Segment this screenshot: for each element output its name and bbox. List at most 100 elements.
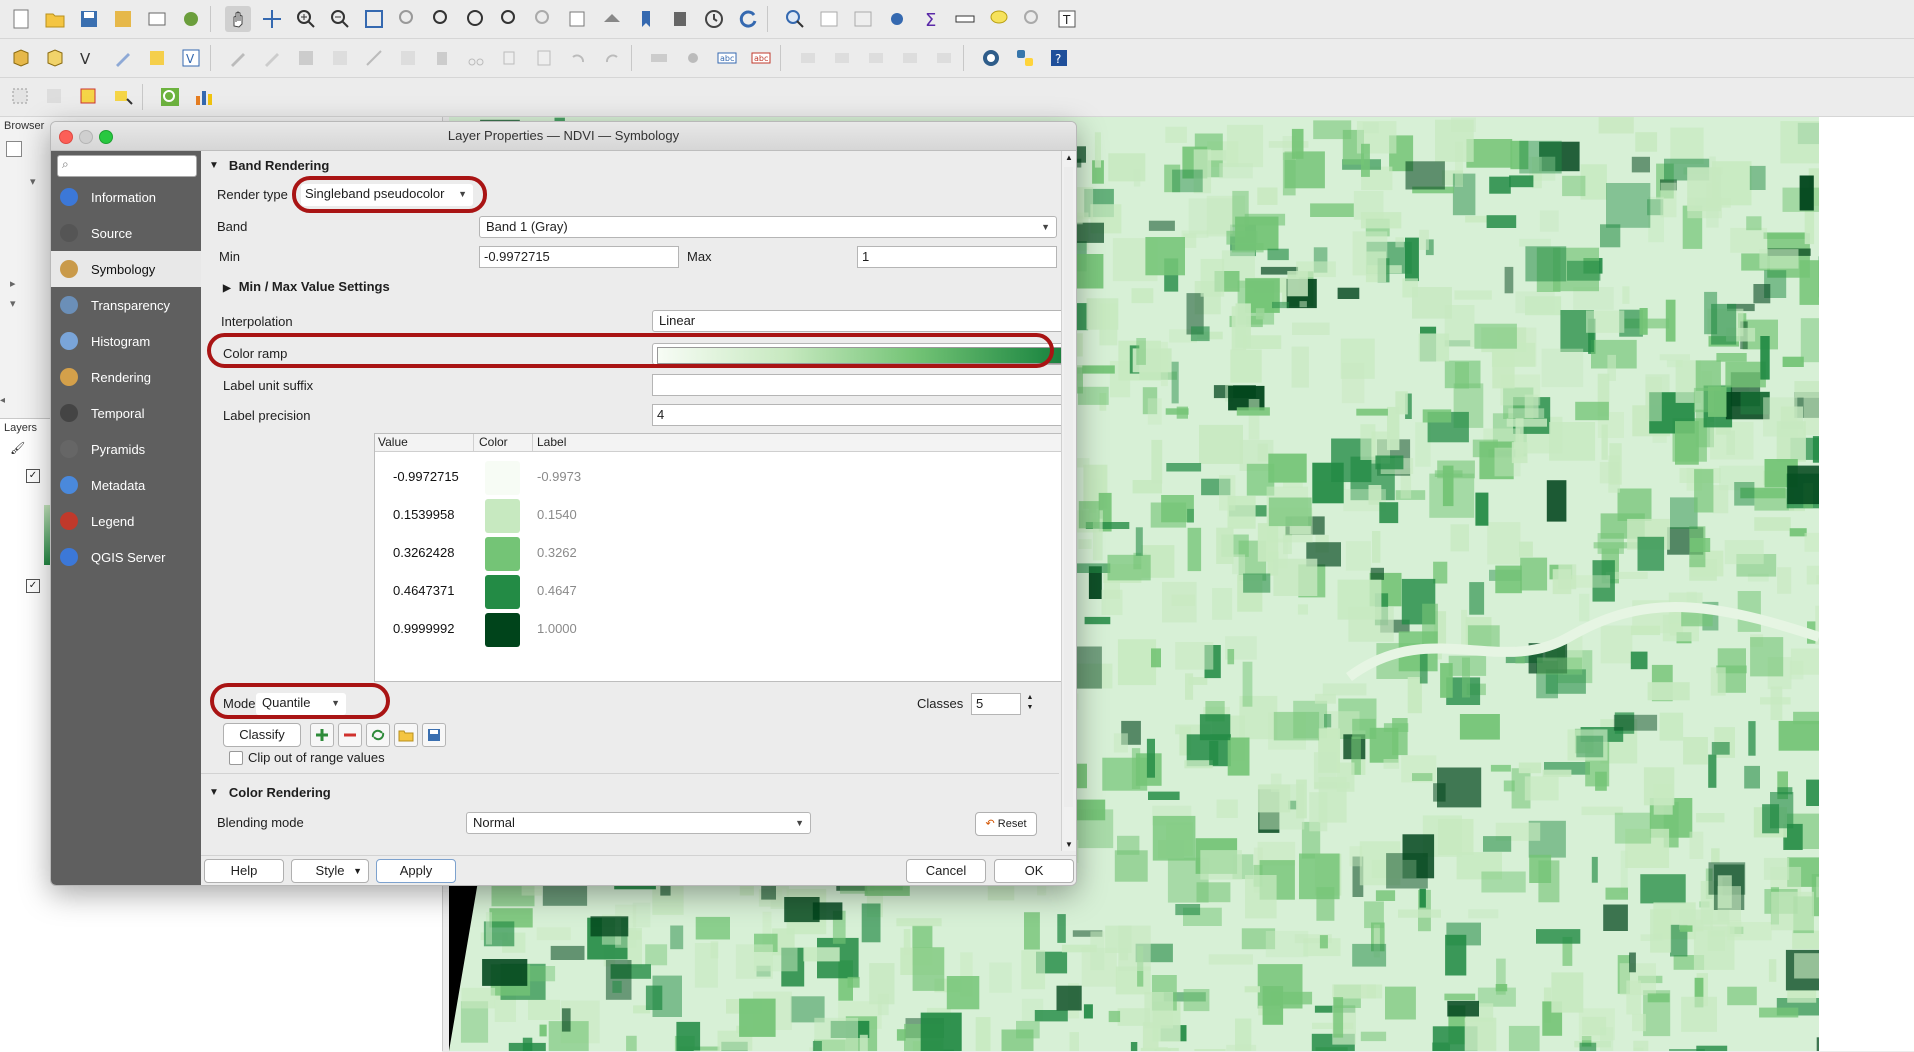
sidebar-item-metadata[interactable]: Metadata <box>51 467 201 503</box>
bookmark-icon[interactable] <box>633 6 659 32</box>
cancel-button[interactable]: Cancel <box>906 859 986 883</box>
color-rendering-header[interactable]: ▼ Color Rendering <box>201 780 1059 804</box>
classify-button[interactable]: Classify <box>223 723 301 747</box>
reset-button[interactable]: ↶ Reset <box>975 812 1037 836</box>
map-tips-icon[interactable] <box>986 6 1012 32</box>
layer-style-icon[interactable]: 🖌 <box>10 441 25 455</box>
layer-checkbox[interactable]: ✓ <box>26 579 40 593</box>
sidebar-item-rendering[interactable]: Rendering <box>51 359 201 395</box>
browser-collapse-icon[interactable] <box>6 141 22 157</box>
text-annotation-icon[interactable]: T <box>1054 6 1080 32</box>
help-contents-icon[interactable]: ? <box>1046 45 1072 71</box>
column-header-value[interactable]: Value <box>378 435 408 449</box>
save-edits-icon[interactable] <box>293 45 319 71</box>
sidebar-search-input[interactable]: ⌕ <box>57 155 197 177</box>
class-label[interactable]: 1.0000 <box>537 621 577 636</box>
class-color-swatch[interactable] <box>485 461 520 495</box>
load-classes-icon[interactable] <box>394 723 418 747</box>
zoom-next-icon[interactable] <box>531 6 557 32</box>
blending-mode-select[interactable]: Normal▼ <box>466 812 811 834</box>
decorations-icon[interactable] <box>1020 6 1046 32</box>
close-window-icon[interactable] <box>59 130 73 144</box>
zoom-full-icon[interactable] <box>361 6 387 32</box>
label-tool-icon[interactable] <box>646 45 672 71</box>
add-feature-icon[interactable] <box>327 45 353 71</box>
processing-toolbox-icon[interactable] <box>884 6 910 32</box>
reverse-colors-icon[interactable] <box>366 723 390 747</box>
new-3d-view-icon[interactable] <box>599 6 625 32</box>
class-value[interactable]: 0.4647371 <box>393 583 454 598</box>
classes-spinner[interactable]: ▲▼ <box>1023 693 1037 715</box>
new-project-icon[interactable] <box>8 6 34 32</box>
pin-labels-icon[interactable] <box>680 45 706 71</box>
class-color-swatch[interactable] <box>485 537 520 571</box>
new-virtual-layer-icon[interactable]: V <box>178 45 204 71</box>
toggle-edit-icon[interactable] <box>259 45 285 71</box>
save-as-icon[interactable] <box>110 6 136 32</box>
color-class-table[interactable]: Value Color Label -0.9972715-0.99730.153… <box>374 433 1077 682</box>
new-shapefile-icon[interactable]: V <box>76 45 102 71</box>
classes-field[interactable]: 5 <box>971 693 1021 715</box>
zoom-out-icon[interactable] <box>327 6 353 32</box>
save-project-icon[interactable] <box>76 6 102 32</box>
cut-icon[interactable] <box>463 45 489 71</box>
class-color-swatch[interactable] <box>485 575 520 609</box>
sidebar-item-legend[interactable]: Legend <box>51 503 201 539</box>
clip-out-of-range-checkbox[interactable] <box>229 751 243 765</box>
class-label[interactable]: 0.1540 <box>537 507 577 522</box>
label-unit-suffix-field[interactable] <box>652 374 1077 396</box>
change-label-icon[interactable] <box>897 45 923 71</box>
sidebar-item-source[interactable]: Source <box>51 215 201 251</box>
field-calc-icon[interactable] <box>850 6 876 32</box>
label-abc-blue-icon[interactable]: abc <box>714 45 740 71</box>
select-features-icon[interactable] <box>8 84 34 110</box>
rotate-label-icon[interactable] <box>863 45 889 71</box>
content-scrollbar[interactable]: ▲ ▼ <box>1061 151 1076 851</box>
python-console-icon[interactable] <box>1012 45 1038 71</box>
temporal-controller-icon[interactable] <box>701 6 727 32</box>
ok-button[interactable]: OK <box>994 859 1074 883</box>
class-color-swatch[interactable] <box>485 499 520 533</box>
show-bookmarks-icon[interactable] <box>667 6 693 32</box>
zoom-window-icon[interactable] <box>99 130 113 144</box>
zoom-last-icon[interactable] <box>497 6 523 32</box>
zoom-selection-icon[interactable] <box>395 6 421 32</box>
min-value-field[interactable]: -0.9972715 <box>479 246 679 268</box>
add-class-icon[interactable] <box>310 723 334 747</box>
class-label[interactable]: 0.4647 <box>537 583 577 598</box>
sidebar-item-temporal[interactable]: Temporal <box>51 395 201 431</box>
column-header-color[interactable]: Color <box>479 435 508 449</box>
select-by-value-icon[interactable] <box>42 84 68 110</box>
sidebar-item-qgis-server[interactable]: QGIS Server <box>51 539 201 575</box>
interpolation-select[interactable]: Linear▼ <box>652 310 1077 332</box>
select-by-location-icon[interactable] <box>110 84 136 110</box>
table-row[interactable]: -0.9972715-0.9973 <box>375 458 1077 496</box>
class-value[interactable]: 0.9999992 <box>393 621 454 636</box>
layer-checkbox[interactable]: ✓ <box>26 469 40 483</box>
zoom-layer-icon[interactable] <box>429 6 455 32</box>
locator-search-icon[interactable] <box>157 84 183 110</box>
show-hide-labels-icon[interactable] <box>931 45 957 71</box>
data-source-manager-icon[interactable] <box>8 45 34 71</box>
plugin-chart-icon[interactable] <box>191 84 217 110</box>
zoom-native-icon[interactable] <box>463 6 489 32</box>
identify-icon[interactable] <box>782 6 808 32</box>
class-value[interactable]: 0.3262428 <box>393 545 454 560</box>
statistics-sigma-icon[interactable]: Σ <box>918 6 944 32</box>
style-manager-icon[interactable] <box>178 6 204 32</box>
table-row[interactable]: 0.15399580.1540 <box>375 496 1077 534</box>
zoom-in-icon[interactable] <box>293 6 319 32</box>
apply-button[interactable]: Apply <box>376 859 456 883</box>
scroll-left-icon[interactable]: ◂ <box>0 395 12 407</box>
table-row[interactable]: 0.32624280.3262 <box>375 534 1077 572</box>
minmax-settings-toggle[interactable]: ▶Min / Max Value Settings <box>223 279 390 294</box>
refresh-icon[interactable] <box>735 6 761 32</box>
export-classes-icon[interactable] <box>422 723 446 747</box>
delete-selected-icon[interactable] <box>429 45 455 71</box>
sidebar-item-information[interactable]: Information <box>51 179 201 215</box>
measure-icon[interactable] <box>952 6 978 32</box>
sidebar-item-transparency[interactable]: Transparency <box>51 287 201 323</box>
class-value[interactable]: -0.9972715 <box>393 469 459 484</box>
undo-icon[interactable] <box>565 45 591 71</box>
new-temp-layer-icon[interactable] <box>144 45 170 71</box>
